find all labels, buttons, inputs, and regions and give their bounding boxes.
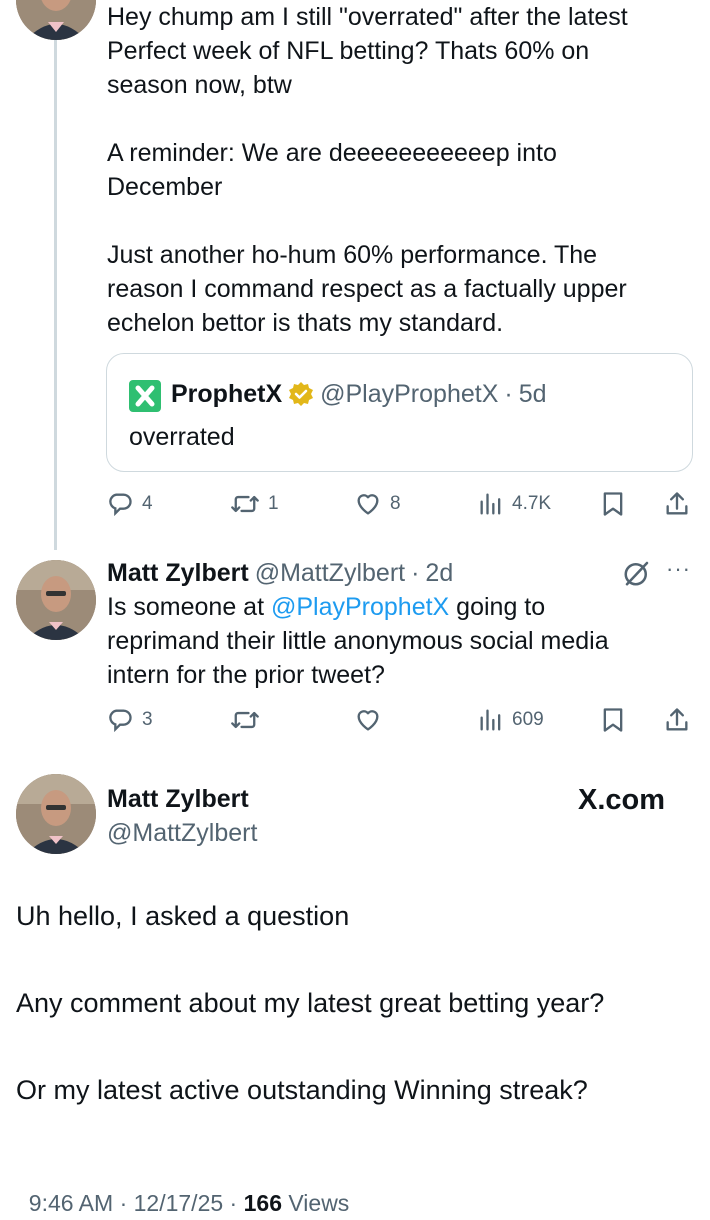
quote-text: overrated: [129, 423, 235, 451]
views-button[interactable]: 609: [478, 706, 544, 734]
bookmark-button[interactable]: [601, 706, 625, 734]
reply1-line: echelon bettor is thats my standard.: [107, 309, 504, 337]
reply-button[interactable]: 3: [106, 706, 153, 734]
quote-author-name: ProphetX: [171, 380, 283, 408]
reply1-line: season now, btw: [107, 71, 292, 99]
reply1-line: reason I command respect as a factually …: [107, 275, 627, 303]
views-label: Views: [288, 1190, 350, 1216]
heart-icon: [357, 494, 379, 515]
quote-time[interactable]: 5d: [519, 376, 547, 412]
reply2-line: intern for the prior tweet?: [107, 661, 385, 689]
reply2-line: Is someone at @PlayProphetX going to: [107, 590, 707, 624]
repost-button[interactable]: 1: [230, 490, 279, 518]
quote-author-handle[interactable]: @PlayProphetX: [320, 376, 498, 412]
share-button[interactable]: [664, 490, 690, 518]
views-icon: [480, 493, 501, 515]
reply1-line: Just another ho-hum 60% performance. The: [107, 241, 598, 269]
prophetx-logo-icon: [129, 380, 161, 412]
bookmark-icon: [603, 492, 623, 516]
avatar-matt-main[interactable]: [16, 774, 96, 854]
more-options-button[interactable]: ···: [666, 556, 691, 582]
share-icon: [666, 708, 688, 731]
share-icon: [666, 492, 688, 515]
views-button[interactable]: 4.7K: [478, 490, 551, 518]
separator-dot: ·: [504, 380, 513, 408]
grok-icon[interactable]: [622, 558, 652, 593]
reply-icon: [109, 709, 132, 733]
bookmark-icon: [603, 708, 623, 732]
tweet-metadata: 9:46 AM · 12/17/25 · 166 Views: [16, 1152, 350, 1220]
repost-icon: [231, 495, 259, 513]
repost-count: 1: [268, 493, 279, 514]
reply1-line: A reminder: We are deeeeeeeeeeep into: [107, 139, 557, 167]
reply1-text: Hey chump am I still "overrated" after t…: [107, 0, 707, 340]
separator-dot: ·: [411, 559, 420, 587]
tweet-time[interactable]: 9:46 AM: [29, 1190, 113, 1216]
main-author-handle[interactable]: @MattZylbert: [107, 816, 257, 850]
reply2-line: reprimand their little anonymous social …: [107, 627, 609, 655]
reply1-line: December: [107, 173, 223, 201]
main-tweet-line: Uh hello, I asked a question: [16, 901, 350, 931]
repost-icon: [231, 711, 259, 729]
views-icon: [480, 709, 501, 731]
reply2-text-part: going to: [449, 593, 546, 621]
main-tweet-line: Or my latest active outstanding Winning …: [16, 1075, 588, 1105]
x-com-watermark: X.com: [578, 784, 666, 816]
reply-count: 4: [142, 493, 153, 514]
tweet-date[interactable]: 12/17/25: [134, 1190, 224, 1216]
separator-dot: ·: [119, 1190, 128, 1216]
main-tweet-line: Any comment about my latest great bettin…: [16, 988, 605, 1018]
bookmark-button[interactable]: [601, 490, 625, 518]
thread-connector-top: [54, 40, 57, 550]
reply-count: 3: [142, 709, 153, 730]
reply1-line: Hey chump am I still "overrated" after t…: [107, 3, 628, 31]
share-button[interactable]: [664, 706, 690, 734]
views-count: 609: [512, 709, 544, 730]
reply2-author-name[interactable]: Matt Zylbert: [107, 556, 249, 590]
like-button[interactable]: [354, 706, 382, 734]
repost-button[interactable]: [230, 706, 260, 734]
reply2-time[interactable]: 2d: [425, 556, 453, 590]
avatar-top[interactable]: [16, 0, 96, 40]
verified-badge-icon: [288, 381, 314, 407]
reply-button[interactable]: 4: [106, 490, 153, 518]
like-count: 8: [390, 493, 401, 514]
views-count: 4.7K: [512, 493, 552, 514]
separator-dot: ·: [229, 1190, 238, 1216]
quoted-tweet-card[interactable]: ProphetX @PlayProphetX · 5d overrated: [106, 353, 693, 472]
main-author-name[interactable]: Matt Zylbert: [107, 782, 249, 816]
reply2-author-handle[interactable]: @MattZylbert: [255, 556, 405, 590]
mention-link[interactable]: @PlayProphetX: [271, 593, 449, 621]
views-count: 166: [243, 1190, 282, 1216]
reply2-text-part: Is someone at: [107, 593, 271, 621]
reply-icon: [109, 493, 132, 517]
reply1-line: Perfect week of NFL betting? Thats 60% o…: [107, 37, 590, 65]
avatar-matt-reply[interactable]: [16, 560, 96, 640]
heart-icon: [357, 710, 379, 731]
like-button[interactable]: 8: [354, 490, 401, 518]
